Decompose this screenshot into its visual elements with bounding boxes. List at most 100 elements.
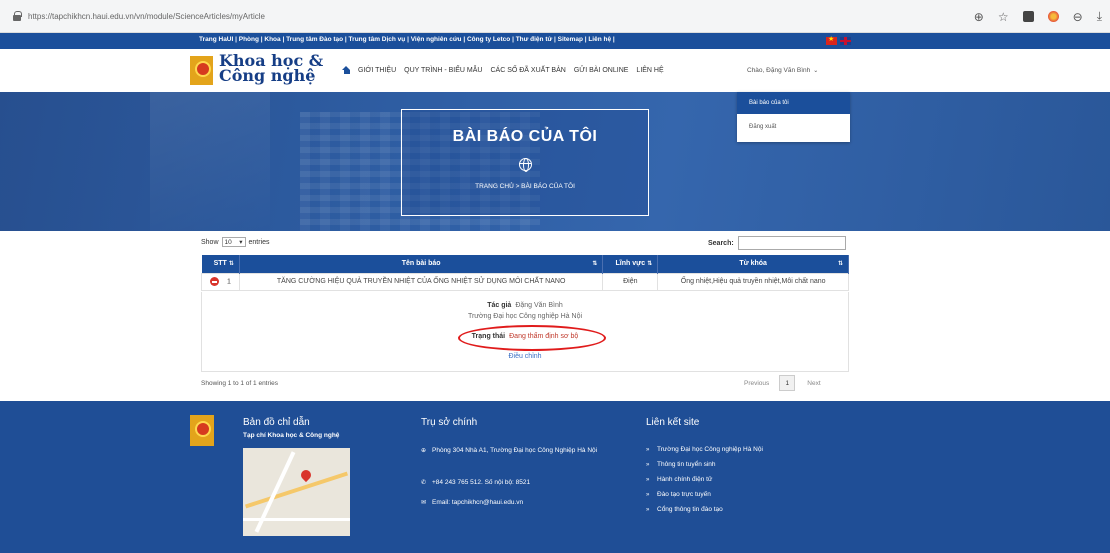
extension-color-icon[interactable]: [1047, 11, 1059, 22]
table-info: Showing 1 to 1 of 1 entries: [201, 380, 278, 387]
author-value: Đặng Văn Bình: [515, 302, 563, 309]
nav-item-about[interactable]: GIỚI THIỆU: [358, 67, 396, 74]
phone-text: +84 243 765 512. Số nội bộ: 8521: [432, 479, 531, 486]
cell-stt-value: 1: [227, 278, 231, 286]
location-map[interactable]: [243, 448, 350, 536]
map-road: [245, 471, 348, 509]
sort-icon: ⇅: [647, 261, 653, 268]
org-line: Trường Đại học Công nghiệp Hà Nội: [467, 313, 583, 320]
table-search: Search:: [708, 236, 846, 250]
hero-background: [150, 92, 270, 231]
vietnam-flag-icon[interactable]: [826, 35, 837, 45]
footer-link[interactable]: » Hành chính điện tử: [646, 476, 712, 483]
lock-icon: [12, 11, 22, 21]
browser-toolbar: ⊕ ☆ ⊖ ⤓: [974, 9, 1102, 24]
next-button[interactable]: Next: [807, 380, 820, 387]
footer-link[interactable]: » Cổng thông tin đào tạo: [646, 506, 723, 513]
status-highlight-annotation: [458, 325, 606, 351]
extension-icon[interactable]: [1022, 11, 1034, 22]
previous-button[interactable]: Previous: [744, 380, 769, 387]
menu-item-logout[interactable]: Đăng xuất: [737, 116, 850, 138]
collapse-row-icon[interactable]: [210, 277, 220, 286]
footer-link-label: Đào tạo trực tuyến: [657, 491, 711, 498]
column-header-title[interactable]: Tên bài báo ⇅: [239, 255, 604, 273]
cell-keywords: Ống nhiệt,Hiệu quả truyền nhiệt,Môi chất…: [657, 272, 849, 291]
page-button-1[interactable]: 1: [779, 375, 796, 391]
nav-item-process[interactable]: QUY TRÌNH - BIỂU MẪU: [404, 67, 482, 74]
url-text[interactable]: https://tapchikhcn.haui.edu.vn/vn/module…: [28, 12, 265, 21]
sort-icon: ⇅: [592, 261, 598, 268]
page-length-control: Show 10 ▾ entries: [201, 237, 270, 247]
footer-link-label: Thông tin tuyển sinh: [657, 461, 716, 468]
search-label: Search:: [708, 239, 734, 247]
hero-title-box: BÀI BÁO CỦA TÔI TRANG CHỦ > BÀI BÁO CỦA …: [401, 109, 649, 216]
footer-link[interactable]: » Đào tạo trực tuyến: [646, 491, 711, 498]
column-header-keywords[interactable]: Từ khóa ⇅: [657, 255, 849, 273]
home-icon[interactable]: [342, 66, 351, 74]
location-icon: ⊕: [421, 448, 427, 454]
edit-link[interactable]: Điều chỉnh: [508, 353, 541, 360]
column-header-stt[interactable]: STT ⇅: [201, 255, 240, 273]
haui-logo-icon[interactable]: [190, 56, 213, 85]
logo-line2: Công nghệ: [219, 66, 316, 85]
footer-link-label: Cổng thông tin đào tạo: [657, 506, 723, 513]
email-text: Email: tapchikhcn@haui.edu.vn: [432, 499, 524, 506]
map-pin-icon: [298, 467, 314, 483]
footer-link-label: Hành chính điện tử: [657, 476, 713, 483]
footer-logo-icon: [190, 415, 214, 446]
links-title: Liên kết site: [646, 417, 700, 428]
site-footer: Bản đồ chỉ dẫn Tạp chí Khoa học & Công n…: [0, 401, 1110, 553]
address-line: ⊕ Phòng 304 Nhà A1, Trường Đại học Công N…: [421, 445, 621, 457]
nav-item-contact[interactable]: LIÊN HỆ: [636, 67, 663, 74]
main-nav: GIỚI THIỆU QUY TRÌNH - BIỂU MẪU CÁC SỐ Đ…: [342, 66, 672, 74]
entries-label: entries: [248, 238, 270, 246]
chevron-down-icon: ⌄: [813, 68, 819, 74]
hero-banner: BÀI BÁO CỦA TÔI TRANG CHỦ > BÀI BÁO CỦA …: [0, 92, 1110, 231]
user-menu-toggle[interactable]: Chào, Đặng Văn Bình ⌄: [747, 67, 818, 74]
search-input[interactable]: [737, 236, 846, 250]
uk-flag-icon[interactable]: [840, 37, 851, 45]
account-icon[interactable]: ⊖: [1073, 10, 1083, 24]
nav-item-submit[interactable]: GỬI BÀI ONLINE: [574, 67, 629, 74]
zoom-icon[interactable]: ⊕: [974, 10, 984, 24]
nav-item-issues[interactable]: CÁC SỐ ĐÃ XUẤT BẢN: [490, 67, 565, 74]
globe-icon: [519, 158, 532, 172]
user-greeting: Chào, Đặng Văn Bình: [747, 67, 811, 74]
email-line[interactable]: ✉ Email: tapchikhcn@haui.edu.vn: [421, 499, 523, 506]
chevron-right-icon: »: [646, 507, 650, 513]
chevron-right-icon: »: [646, 492, 650, 498]
menu-item-my-articles[interactable]: Bài báo của tôi: [737, 92, 850, 114]
entries-select[interactable]: 10 ▾: [221, 237, 246, 247]
download-icon[interactable]: ⤓: [1097, 9, 1102, 24]
top-links[interactable]: Trang HaUI | Phòng | Khoa | Trung tâm Đà…: [199, 36, 615, 43]
cell-field: Điện: [602, 272, 659, 291]
chevron-right-icon: »: [646, 462, 650, 468]
phone-icon: ✆: [421, 480, 427, 486]
column-header-field[interactable]: Lĩnh vực ⇅: [602, 255, 659, 273]
office-title: Trụ sở chính: [421, 417, 478, 428]
table-row[interactable]: 1 TĂNG CƯỜNG HIỆU QUẢ TRUYỀN NHIỆT CỦA Ố…: [201, 272, 849, 291]
user-dropdown: Bài báo của tôi Đăng xuất: [737, 92, 850, 142]
footer-link[interactable]: » Thông tin tuyển sinh: [646, 461, 716, 468]
page-title: BÀI BÁO CỦA TÔI: [452, 128, 598, 145]
site-logo[interactable]: Khoa học & Công nghệ: [219, 53, 323, 85]
cell-title: TĂNG CƯỜNG HIỆU QUẢ TRUYỀN NHIỆT CỦA ỐNG…: [238, 272, 604, 291]
sort-icon: ⇅: [837, 261, 843, 268]
language-switcher: [826, 35, 851, 45]
column-header-label: Tên bài báo: [401, 260, 441, 268]
articles-table: STT ⇅ Tên bài báo ⇅ Lĩnh vực ⇅ Từ khóa ⇅ 1 T…: [201, 255, 849, 291]
column-header-label: Lĩnh vực: [615, 260, 646, 268]
footer-link[interactable]: » Trường Đại học Công nghiệp Hà Nội: [646, 446, 763, 453]
sort-icon: ⇅: [228, 261, 234, 268]
footer-link-label: Trường Đại học Công nghiệp Hà Nội: [657, 446, 763, 453]
phone-line: ✆ +84 243 765 512. Số nội bộ: 8521: [421, 479, 530, 486]
browser-address-bar: https://tapchikhcn.haui.edu.vn/vn/module…: [0, 0, 1110, 33]
pagination: Previous 1 Next: [744, 375, 821, 391]
edit-line: Điều chỉnh: [202, 353, 848, 360]
map-road: [243, 518, 350, 521]
author-line: Tác giả Đặng Văn Bình: [202, 302, 848, 309]
author-label: Tác giả: [487, 302, 512, 309]
breadcrumb[interactable]: TRANG CHỦ > BÀI BÁO CỦA TÔI: [402, 183, 648, 190]
bookmark-star-icon[interactable]: ☆: [998, 10, 1009, 24]
show-label: Show: [201, 238, 219, 246]
